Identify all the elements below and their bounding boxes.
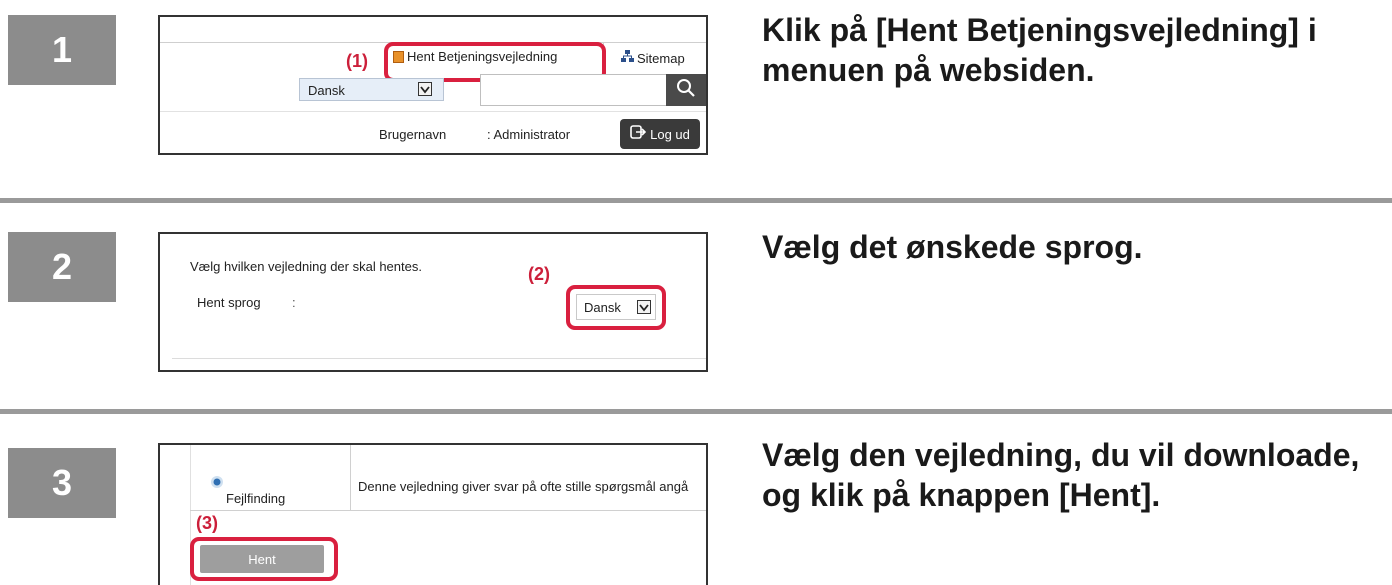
callout-2-highlight bbox=[566, 285, 666, 330]
username-value: : Administrator bbox=[487, 127, 571, 142]
callout-2-label: (2) bbox=[528, 264, 550, 284]
sitemap-link[interactable]: Sitemap bbox=[621, 49, 685, 67]
manual-prompt: Vælg hvilken vejledning der skal hentes. bbox=[190, 259, 422, 274]
step-number: 1 bbox=[51, 29, 73, 70]
search-button[interactable] bbox=[666, 74, 706, 106]
step-2-badge: 2 bbox=[8, 232, 116, 302]
username-label: Brugernavn bbox=[379, 127, 447, 142]
manual-row-name: Fejlfinding bbox=[226, 491, 286, 506]
step-divider-2 bbox=[0, 409, 1392, 414]
panel-bottom-rule bbox=[172, 358, 706, 359]
row-rule bbox=[160, 111, 706, 112]
logout-button[interactable]: Log ud bbox=[620, 119, 700, 149]
table-row-rule bbox=[190, 510, 706, 511]
language-label: Hent sprog bbox=[197, 295, 261, 310]
logout-label: Log ud bbox=[650, 126, 690, 142]
callout-1-label: (1) bbox=[346, 51, 368, 71]
step-1-badge: 1 bbox=[8, 15, 116, 85]
callout-3-label: (3) bbox=[196, 513, 218, 533]
step-1-instruction: Klik på [Hent Betjeningsvejledning] i me… bbox=[762, 12, 1317, 88]
search-input[interactable] bbox=[480, 74, 666, 106]
logout-icon bbox=[630, 124, 647, 145]
step-divider-1 bbox=[0, 198, 1392, 203]
step-1-panel: (1) Hent Betjeningsvejledning Sitemap Da… bbox=[158, 15, 708, 155]
step-2-panel: Vælg hvilken vejledning der skal hentes.… bbox=[158, 232, 708, 372]
step-3-instruction: Vælg den vejledning, du vil downloade, o… bbox=[762, 437, 1360, 513]
step-number: 2 bbox=[51, 246, 73, 287]
step-3-badge: 3 bbox=[8, 448, 116, 518]
sitemap-icon bbox=[621, 49, 634, 67]
sitemap-label: Sitemap bbox=[637, 50, 685, 66]
chevron-down-icon bbox=[418, 82, 432, 96]
radio-selected-icon[interactable] bbox=[210, 475, 224, 494]
language-select[interactable]: Dansk bbox=[299, 78, 444, 101]
step-2-instruction: Vælg det ønskede sprog. bbox=[762, 229, 1143, 265]
language-select-value: Dansk bbox=[308, 83, 345, 98]
callout-3-highlight bbox=[190, 537, 338, 581]
search-icon bbox=[676, 78, 696, 103]
table-col-rule bbox=[350, 445, 351, 510]
manual-row-description: Denne vejledning giver svar på ofte stil… bbox=[358, 479, 689, 494]
language-colon: : bbox=[292, 295, 296, 310]
step-number: 3 bbox=[51, 462, 73, 503]
step-3-panel: Fejlfinding Denne vejledning giver svar … bbox=[158, 443, 708, 585]
